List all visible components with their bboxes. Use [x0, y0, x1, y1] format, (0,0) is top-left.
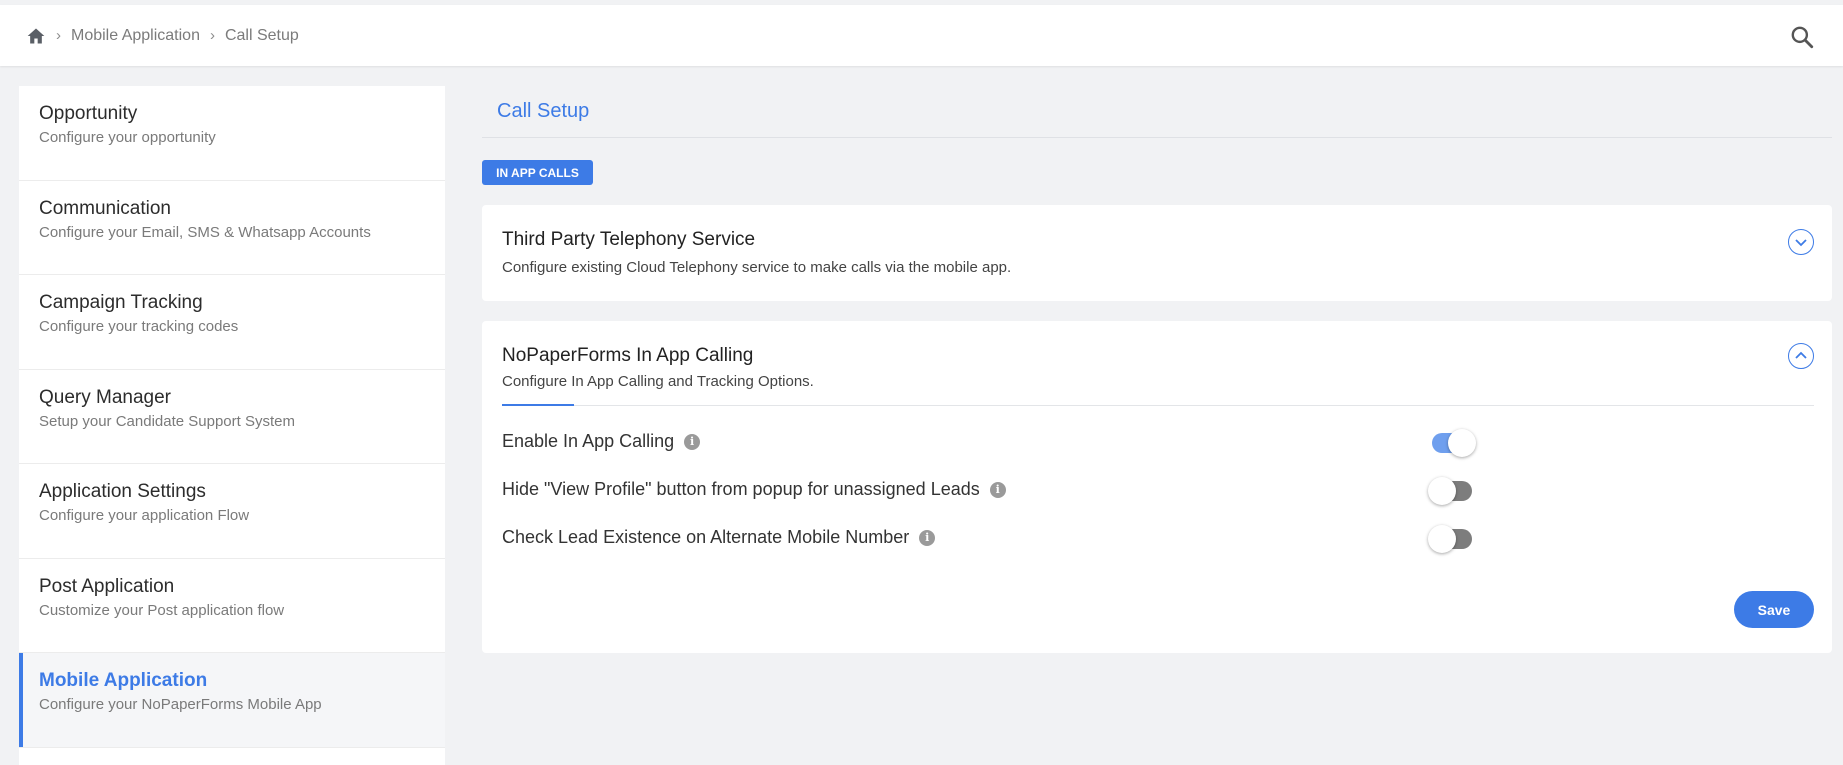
section-title: NoPaperForms In App Calling — [502, 345, 754, 366]
sidebar-item-subtitle: Configure your application Flow — [39, 507, 250, 524]
sidebar-item-query-manager[interactable]: Query Manager Setup your Candidate Suppo… — [19, 370, 445, 464]
sidebar-item-subtitle: Configure your Email, SMS & Whatsapp Acc… — [39, 223, 371, 241]
sidebar-item-opportunity[interactable]: Opportunity Configure your opportunity — [19, 86, 445, 181]
breadcrumb: › Mobile Application › Call Setup — [26, 26, 299, 46]
collapse-button[interactable] — [1788, 343, 1814, 369]
toggle-hide-view-profile[interactable] — [1428, 477, 1472, 505]
sidebar-item-mobile-application[interactable]: Mobile Application Configure your NoPape… — [19, 653, 445, 748]
section-in-app-calling: NoPaperForms In App Calling Configure In… — [482, 321, 1832, 653]
tab-in-app-calls[interactable]: IN APP CALLS — [482, 160, 593, 185]
option-label: Hide "View Profile" button from popup fo… — [502, 479, 980, 499]
toggle-knob — [1448, 429, 1476, 457]
sidebar-item-title: Communication — [39, 197, 171, 219]
divider — [502, 405, 1814, 406]
option-enable-in-app-calling: Enable In App Calling i — [502, 431, 701, 452]
sidebar-item-title: Query Manager — [39, 386, 172, 408]
sidebar-item-subtitle: Configure your NoPaperForms Mobile App — [39, 696, 322, 713]
page-title-bar: Call Setup — [482, 98, 1832, 138]
sidebar-item-communication[interactable]: Communication Configure your Email, SMS … — [19, 181, 445, 275]
breadcrumb-separator: › — [209, 27, 215, 44]
home-icon[interactable] — [26, 26, 46, 46]
sidebar-item-subtitle: Configure your tracking codes — [39, 318, 239, 335]
info-icon[interactable]: i — [684, 433, 701, 450]
toggle-knob — [1428, 477, 1456, 505]
sidebar-item-application-settings[interactable]: Application Settings Configure your appl… — [19, 464, 445, 559]
sidebar-item-title: Post Application — [39, 575, 175, 597]
top-bar: › Mobile Application › Call Setup — [0, 5, 1843, 66]
section-third-party-telephony: Third Party Telephony Service Configure … — [482, 205, 1832, 301]
settings-sidebar: Opportunity Configure your opportunity C… — [19, 86, 445, 765]
sidebar-item-title: Campaign Tracking — [39, 292, 203, 313]
expand-button[interactable] — [1788, 229, 1814, 255]
sidebar-item-campaign-tracking[interactable]: Campaign Tracking Configure your trackin… — [19, 275, 445, 370]
info-icon[interactable]: i — [919, 529, 936, 546]
sidebar-item-title: Application Settings — [39, 481, 206, 502]
info-icon[interactable]: i — [989, 481, 1006, 498]
sidebar-item-subtitle: Configure your opportunity — [39, 129, 216, 146]
sidebar-item-title: Mobile Application — [39, 670, 208, 691]
chevron-up-icon — [1795, 351, 1807, 359]
sidebar-item-subtitle: Setup your Candidate Support System — [39, 412, 295, 430]
save-button[interactable]: Save — [1734, 591, 1814, 628]
breadcrumb-item-call-setup: Call Setup — [224, 26, 299, 44]
sidebar-item-title: Opportunity — [39, 103, 138, 124]
breadcrumb-separator: › — [56, 27, 61, 44]
toggle-check-lead-existence[interactable] — [1428, 525, 1472, 553]
option-label: Check Lead Existence on Alternate Mobile… — [502, 527, 910, 547]
option-hide-view-profile: Hide "View Profile" button from popup fo… — [502, 479, 1006, 500]
section-description: Configure In App Calling and Tracking Op… — [502, 373, 814, 390]
sidebar-item-post-application[interactable]: Post Application Customize your Post app… — [19, 559, 445, 653]
page-title: Call Setup — [497, 100, 590, 122]
option-check-lead-existence: Check Lead Existence on Alternate Mobile… — [502, 527, 936, 548]
sidebar-item-subtitle: Customize your Post application flow — [39, 601, 285, 619]
section-title: Third Party Telephony Service — [502, 229, 756, 250]
section-description: Configure existing Cloud Telephony servi… — [502, 259, 1012, 276]
chevron-down-icon — [1795, 239, 1807, 247]
divider-accent — [502, 404, 574, 406]
breadcrumb-item-mobile-application[interactable]: Mobile Application — [71, 27, 200, 45]
search-icon[interactable] — [1789, 24, 1815, 50]
toggle-enable-in-app-calling[interactable] — [1432, 429, 1476, 457]
option-label: Enable In App Calling — [502, 431, 675, 451]
toggle-knob — [1428, 525, 1456, 553]
